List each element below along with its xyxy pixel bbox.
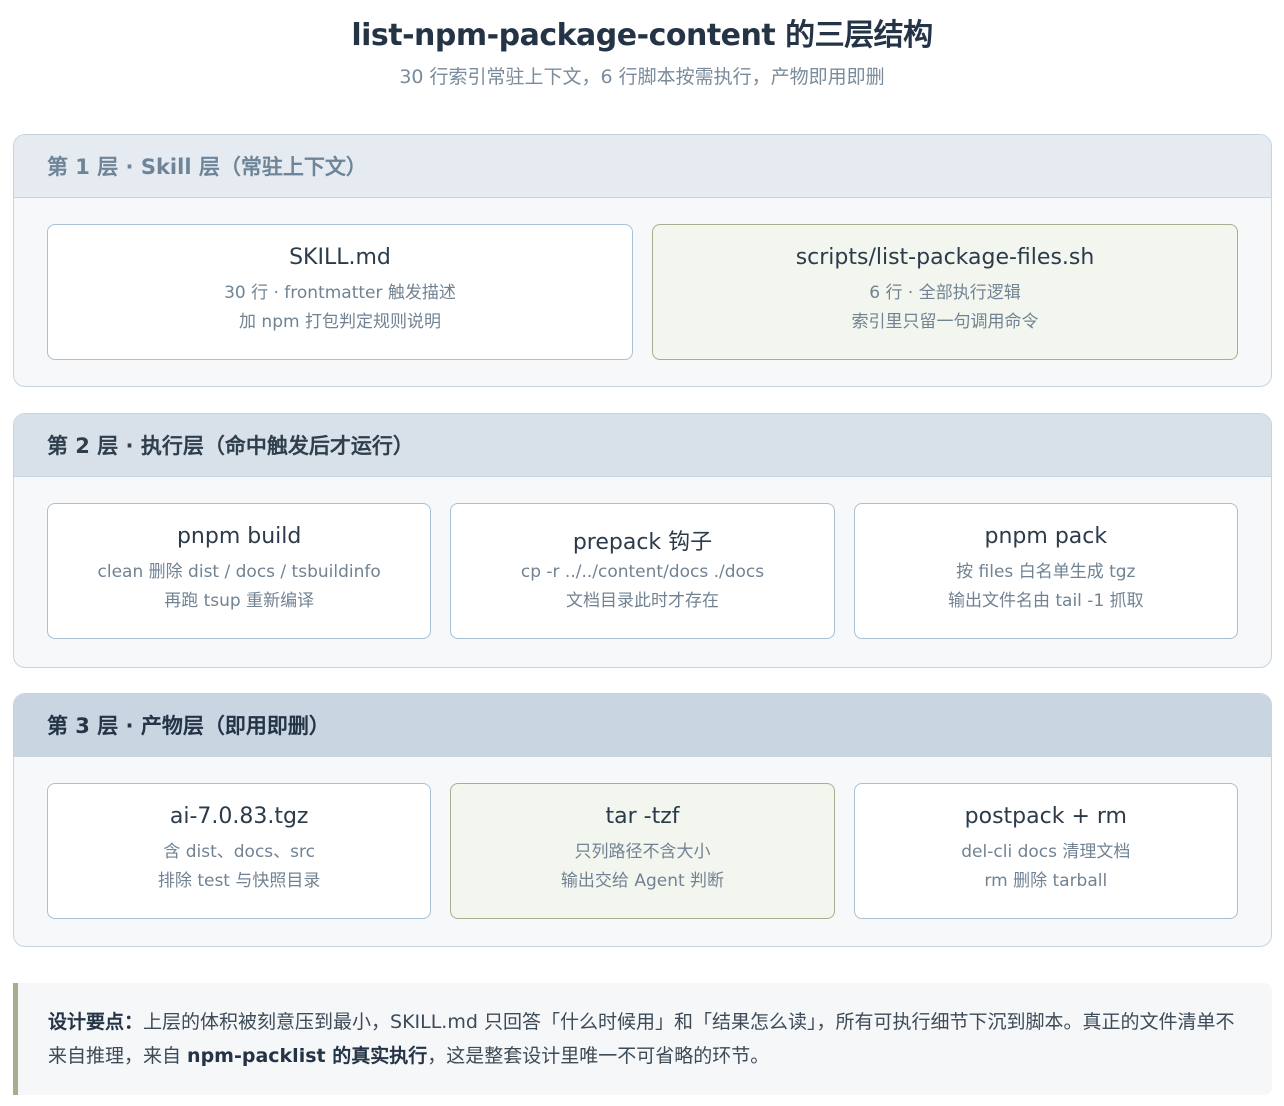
card-line: clean 删除 dist / docs / tsbuildinfo xyxy=(97,562,381,582)
card-line: del-cli docs 清理文档 xyxy=(961,842,1131,862)
card-tgz-artifact: ai-7.0.83.tgz 含 dist、docs、src 排除 test 与快… xyxy=(47,783,432,919)
card-title: tar -tzf xyxy=(605,804,680,829)
card-title: ai-7.0.83.tgz xyxy=(169,804,309,829)
layer-3-cards: ai-7.0.83.tgz 含 dist、docs、src 排除 test 与快… xyxy=(47,783,1238,919)
layer-2-cards: pnpm build clean 删除 dist / docs / tsbuil… xyxy=(47,503,1238,639)
card-line: 排除 test 与快照目录 xyxy=(157,871,321,891)
card-pnpm-build: pnpm build clean 删除 dist / docs / tsbuil… xyxy=(47,503,432,639)
card-line: 再跑 tsup 重新编译 xyxy=(164,591,315,611)
card-pnpm-pack: pnpm pack 按 files 白名单生成 tgz 输出文件名由 tail … xyxy=(853,503,1238,639)
card-title: scripts/list-package-files.sh xyxy=(795,245,1095,270)
page-title: list-npm-package-content 的三层结构 xyxy=(351,18,933,53)
layer-1-header: 第 1 层 · Skill 层（常驻上下文） xyxy=(14,135,1271,198)
card-line: 输出交给 Agent 判断 xyxy=(560,871,725,891)
layer-3-header: 第 3 层 · 产物层（即用即删） xyxy=(14,694,1271,757)
page-subtitle: 30 行索引常驻上下文，6 行脚本按需执行，产物即用即删 xyxy=(399,66,885,88)
card-title: prepack 钩子 xyxy=(572,530,713,555)
card-line: 6 行 · 全部执行逻辑 xyxy=(869,283,1021,303)
design-note-lead: 设计要点： xyxy=(48,1011,144,1033)
card-line: 含 dist、docs、src xyxy=(163,842,315,862)
card-line: 30 行 · frontmatter 触发描述 xyxy=(224,283,456,303)
card-tar-tzf: tar -tzf 只列路径不含大小 输出交给 Agent 判断 xyxy=(450,783,835,919)
card-postpack-rm: postpack + rm del-cli docs 清理文档 rm 删除 ta… xyxy=(853,783,1238,919)
diagram-page: list-npm-package-content 的三层结构 30 行索引常驻上… xyxy=(0,0,1284,1106)
card-line: 加 npm 打包判定规则说明 xyxy=(239,312,441,332)
layer-3-artifacts: 第 3 层 · 产物层（即用即删） ai-7.0.83.tgz 含 dist、d… xyxy=(13,693,1272,947)
card-title: postpack + rm xyxy=(964,804,1127,829)
card-prepack-hook: prepack 钩子 cp -r ../../content/docs ./do… xyxy=(450,503,835,639)
design-note: 设计要点：上层的体积被刻意压到最小，SKILL.md 只回答「什么时候用」和「结… xyxy=(13,983,1272,1095)
design-note-text-end: ，这是整套设计里唯一不可省略的环节。 xyxy=(427,1045,770,1067)
card-title: pnpm pack xyxy=(984,524,1108,549)
card-line: 索引里只留一句调用命令 xyxy=(851,312,1039,332)
card-title: pnpm build xyxy=(176,524,302,549)
layer-2-header: 第 2 层 · 执行层（命中触发后才运行） xyxy=(14,414,1271,477)
card-title: SKILL.md xyxy=(289,245,391,270)
layer-2-execution: 第 2 层 · 执行层（命中触发后才运行） pnpm build clean 删… xyxy=(13,413,1272,668)
design-note-emphasis: npm-packlist 的真实执行 xyxy=(187,1045,428,1067)
card-line: 按 files 白名单生成 tgz xyxy=(956,562,1136,582)
card-line: 只列路径不含大小 xyxy=(574,842,711,862)
card-line: rm 删除 tarball xyxy=(984,871,1108,891)
card-line: cp -r ../../content/docs ./docs xyxy=(520,562,765,582)
card-line: 文档目录此时才存在 xyxy=(565,591,719,611)
layer-1-cards: SKILL.md 30 行 · frontmatter 触发描述 加 npm 打… xyxy=(47,224,1238,360)
layer-1-skill: 第 1 层 · Skill 层（常驻上下文） SKILL.md 30 行 · f… xyxy=(13,134,1272,387)
card-line: 输出文件名由 tail -1 抓取 xyxy=(947,591,1144,611)
card-skill-md: SKILL.md 30 行 · frontmatter 触发描述 加 npm 打… xyxy=(47,224,633,360)
card-list-package-files-script: scripts/list-package-files.sh 6 行 · 全部执行… xyxy=(652,224,1238,360)
